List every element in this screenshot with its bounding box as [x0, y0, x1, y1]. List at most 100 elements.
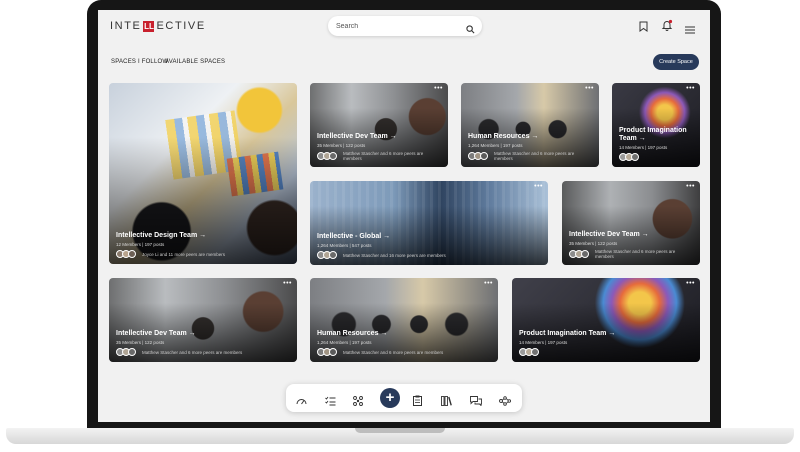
- more-options-icon[interactable]: •••: [484, 280, 493, 287]
- dashboard-icon[interactable]: [296, 393, 307, 411]
- card-info: Intellective Design Team → 12 Members | …: [116, 232, 291, 258]
- avatar: [581, 250, 589, 258]
- more-options-icon[interactable]: •••: [686, 85, 695, 92]
- card-title: Product Imagination Team →: [519, 330, 616, 337]
- card-members-text: Matthew Stascher and 6 more peers are me…: [595, 249, 676, 259]
- card-title: Intellective Dev Team →: [569, 231, 649, 238]
- logo-mark: LL: [143, 20, 155, 32]
- space-card[interactable]: ••• Product Imagination Team → 14 Member…: [512, 278, 700, 362]
- card-members: Matthew Stascher and 16 more peers are m…: [317, 251, 542, 259]
- avatar: [329, 251, 337, 259]
- menu-icon[interactable]: [685, 21, 695, 39]
- bottom-toolbar: +: [286, 384, 522, 412]
- library-icon[interactable]: [441, 393, 452, 411]
- logo-text-right: ECTIVE: [156, 20, 206, 32]
- avatar-group: [317, 152, 337, 160]
- space-card[interactable]: ••• Human Resources → 1,264 Members | 19…: [310, 278, 498, 362]
- card-info: Product Imagination Team → 14 Members | …: [519, 330, 694, 356]
- avatar-group: [116, 348, 136, 356]
- share-icon[interactable]: [499, 393, 512, 411]
- card-members-text: Matthew Stascher and 6 more peers are me…: [343, 349, 444, 355]
- card-title: Product Imagination Team →: [619, 127, 687, 142]
- avatar: [329, 348, 337, 356]
- search-input[interactable]: [336, 19, 456, 33]
- avatar-group: [468, 152, 488, 160]
- card-title: Intellective - Global →: [317, 233, 391, 240]
- card-meta: 1,264 Members | 547 posts: [317, 243, 372, 248]
- card-members: Matthew Stascher and 6 more peers are me…: [116, 348, 291, 356]
- card-meta: 1,264 Members | 197 posts: [317, 340, 372, 345]
- search-bar: [328, 16, 482, 36]
- card-members-text: Joyce Li and 11 more peers are members: [142, 251, 225, 257]
- avatar-group: [317, 251, 337, 259]
- network-icon[interactable]: [353, 393, 363, 411]
- tab-available-spaces[interactable]: AVAILABLE SPACES: [165, 59, 225, 65]
- space-card[interactable]: ••• Human Resources → 1,264 Members | 19…: [461, 83, 599, 167]
- avatar-group: [619, 153, 639, 161]
- card-title: Human Resources →: [317, 330, 388, 337]
- card-members-text: Matthew Stascher and 16 more peers are m…: [343, 252, 446, 258]
- app-logo[interactable]: INTE LL ECTIVE: [110, 20, 206, 32]
- space-card[interactable]: Intellective Design Team → 12 Members | …: [109, 83, 297, 264]
- bookmark-icon[interactable]: [639, 19, 648, 37]
- card-meta: 35 Members | 122 posts: [569, 241, 618, 246]
- card-members-text: Matthew Stascher and 6 more peers are me…: [343, 151, 424, 161]
- tab-spaces-i-follow[interactable]: SPACES I FOLLOW: [111, 59, 168, 65]
- card-members: [519, 348, 694, 356]
- card-meta: 12 Members | 197 posts: [116, 242, 165, 247]
- card-info: Human Resources → 1,264 Members | 197 po…: [468, 133, 593, 161]
- laptop-notch: [355, 428, 445, 433]
- card-members: Joyce Li and 11 more peers are members: [116, 250, 291, 258]
- create-space-button[interactable]: Create Space: [653, 54, 699, 70]
- card-meta: 14 Members | 197 posts: [519, 340, 568, 345]
- card-info: Product Imagination Team → 14 Members | …: [619, 127, 694, 161]
- logo-text-left: INTE: [110, 20, 142, 32]
- card-members: Matthew Stascher and 6 more peers are me…: [569, 249, 694, 259]
- avatar: [531, 348, 539, 356]
- avatar: [631, 153, 639, 161]
- space-card[interactable]: ••• Intellective Dev Team → 35 Members |…: [562, 181, 700, 265]
- space-card[interactable]: ••• Intellective Dev Team → 35 Members |…: [310, 83, 448, 167]
- card-info: Intellective Dev Team → 35 Members | 122…: [569, 231, 694, 259]
- avatar: [480, 152, 488, 160]
- avatar-group: [317, 348, 337, 356]
- search-icon[interactable]: [466, 21, 475, 39]
- card-members-text: Matthew Stascher and 6 more peers are me…: [142, 349, 243, 355]
- clipboard-icon[interactable]: [413, 393, 422, 411]
- more-options-icon[interactable]: •••: [585, 85, 594, 92]
- space-card[interactable]: ••• Intellective - Global → 1,264 Member…: [310, 181, 548, 265]
- more-options-icon[interactable]: •••: [434, 85, 443, 92]
- more-options-icon[interactable]: •••: [283, 280, 292, 287]
- avatar-group: [569, 250, 589, 258]
- avatar-group: [116, 250, 136, 258]
- card-members-text: Matthew Stascher and 6 more peers are me…: [494, 151, 575, 161]
- app-screen: INTE LL ECTIVE SPACES I FOLLOW AVAILABLE…: [98, 10, 710, 422]
- card-members: [619, 153, 694, 161]
- card-members: Matthew Stascher and 6 more peers are me…: [317, 348, 492, 356]
- checklist-icon[interactable]: [325, 393, 336, 411]
- card-info: Intellective - Global → 1,264 Members | …: [317, 233, 542, 259]
- card-members: Matthew Stascher and 6 more peers are me…: [317, 151, 442, 161]
- avatar: [329, 152, 337, 160]
- more-options-icon[interactable]: •••: [534, 183, 543, 190]
- chat-icon[interactable]: [470, 393, 482, 411]
- space-card[interactable]: ••• Intellective Dev Team → 35 Members |…: [109, 278, 297, 362]
- card-title: Human Resources →: [468, 133, 539, 140]
- card-info: Human Resources → 1,264 Members | 197 po…: [317, 330, 492, 356]
- more-options-icon[interactable]: •••: [686, 183, 695, 190]
- card-title: Intellective Design Team →: [116, 232, 207, 239]
- card-title: Intellective Dev Team →: [317, 133, 397, 140]
- card-meta: 35 Members | 122 posts: [317, 143, 366, 148]
- card-meta: 14 Members | 197 posts: [619, 145, 668, 150]
- card-members: Matthew Stascher and 6 more peers are me…: [468, 151, 593, 161]
- avatar-group: [519, 348, 539, 356]
- bell-icon[interactable]: [661, 18, 673, 36]
- card-info: Intellective Dev Team → 35 Members | 122…: [116, 330, 291, 356]
- avatar: [128, 250, 136, 258]
- card-title: Intellective Dev Team →: [116, 330, 196, 337]
- card-meta: 1,264 Members | 197 posts: [468, 143, 523, 148]
- add-icon[interactable]: +: [380, 388, 400, 408]
- more-options-icon[interactable]: •••: [686, 280, 695, 287]
- card-info: Intellective Dev Team → 35 Members | 122…: [317, 133, 442, 161]
- space-card[interactable]: ••• Product Imagination Team → 14 Member…: [612, 83, 700, 167]
